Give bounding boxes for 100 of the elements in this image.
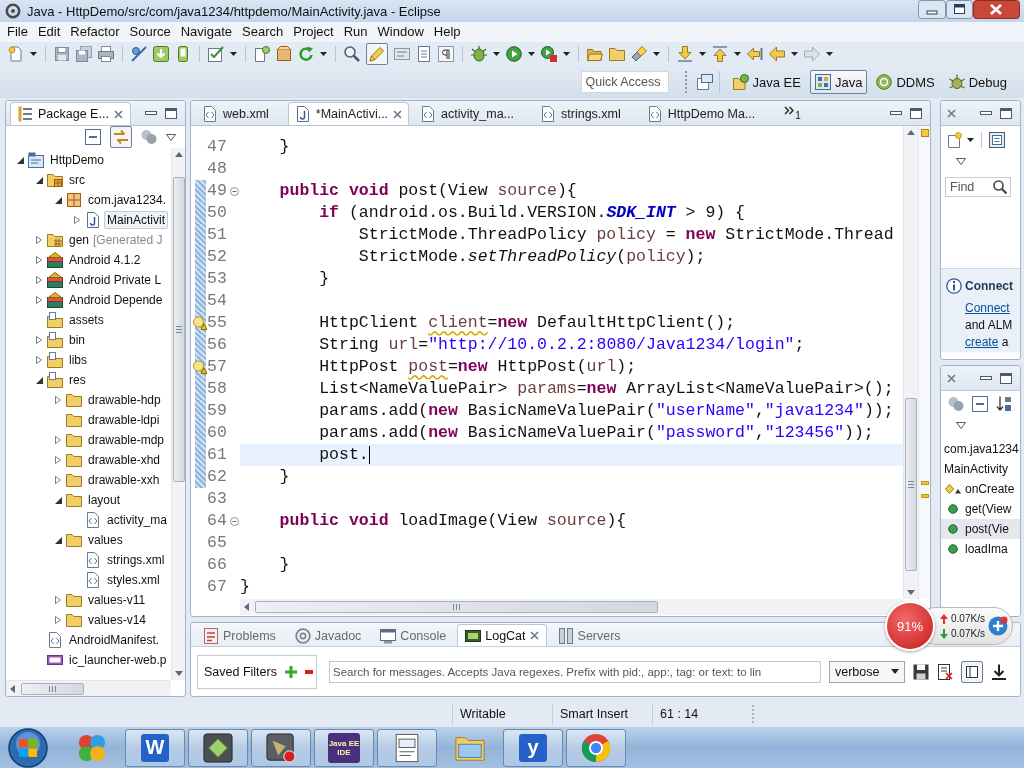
checkbox-icon[interactable] xyxy=(208,46,224,62)
document-icon[interactable] xyxy=(416,46,432,62)
view-tab[interactable]: Javadoc xyxy=(286,624,370,646)
maximize-icon[interactable] xyxy=(946,0,973,19)
view-tab[interactable]: Package E... xyxy=(10,102,131,125)
collapse-icon[interactable] xyxy=(230,516,239,526)
tree-item[interactable]: drawable-xxh xyxy=(85,471,163,489)
tree-item[interactable]: res xyxy=(66,371,89,389)
outline-item[interactable]: get(View xyxy=(941,499,1020,519)
close-icon[interactable] xyxy=(947,108,956,118)
editor-tab[interactable]: web.xml xyxy=(195,102,288,125)
split-pane-icon[interactable] xyxy=(961,660,983,683)
perspective-button[interactable]: Java xyxy=(809,70,868,94)
arrow-up-icon[interactable] xyxy=(712,46,728,62)
editor-tab[interactable]: strings.xml xyxy=(533,102,640,125)
outline-item[interactable]: loadIma xyxy=(941,539,1020,559)
collapse-all-icon[interactable] xyxy=(85,129,101,145)
close-icon[interactable] xyxy=(529,631,539,640)
tree-item[interactable]: activity_ma xyxy=(104,511,171,529)
tree-item[interactable]: gen [Generated J xyxy=(66,231,166,249)
collapse-icon[interactable] xyxy=(230,186,239,196)
close-icon[interactable] xyxy=(973,0,1020,19)
caret-icon[interactable] xyxy=(967,138,974,142)
tree-item[interactable]: assets xyxy=(66,311,107,329)
expanded-arrow-icon[interactable] xyxy=(35,176,43,184)
caret-icon[interactable] xyxy=(653,52,660,56)
view-tab[interactable]: Problems xyxy=(195,624,284,646)
crossed-dot-icon[interactable] xyxy=(131,46,147,62)
find-field[interactable]: Find xyxy=(945,177,1011,197)
tree-item[interactable]: com.java1234. xyxy=(85,191,170,209)
filter-icon[interactable] xyxy=(948,396,964,412)
expanded-arrow-icon[interactable] xyxy=(16,156,24,164)
new-document-icon[interactable] xyxy=(254,46,270,62)
arrow-left-bar-icon[interactable] xyxy=(747,46,763,62)
collapsed-arrow-icon[interactable] xyxy=(55,596,61,604)
menu-item[interactable]: Navigate xyxy=(175,23,237,41)
warning-icon[interactable] xyxy=(193,360,207,374)
expanded-arrow-icon[interactable] xyxy=(54,496,62,504)
more-tabs-button[interactable]: 1 xyxy=(784,105,801,121)
taskbar-button[interactable] xyxy=(188,728,248,767)
maximize-icon[interactable] xyxy=(1000,372,1012,384)
menu-item[interactable]: Edit xyxy=(32,23,66,41)
caret-icon[interactable] xyxy=(791,52,798,56)
scrollbar-thumb[interactable] xyxy=(21,682,84,695)
outline-item[interactable]: post(Vie xyxy=(941,519,1020,539)
scroll-left-icon[interactable] xyxy=(244,603,249,611)
tree-item[interactable]: values-v14 xyxy=(85,611,150,629)
tree-item[interactable]: Android 4.1.2 xyxy=(66,251,144,269)
tree-item[interactable]: layout xyxy=(85,491,124,509)
caret-icon[interactable] xyxy=(528,52,535,56)
warning-marker[interactable] xyxy=(921,480,929,485)
caret-icon[interactable] xyxy=(734,52,741,56)
scrollbar-thumb[interactable] xyxy=(255,601,658,613)
quick-access-field[interactable]: Quick Access xyxy=(580,71,669,93)
clear-log-icon[interactable] xyxy=(937,663,953,680)
box-icon[interactable] xyxy=(276,46,292,62)
start-orb-icon[interactable] xyxy=(8,727,48,768)
connect-link[interactable]: Connect xyxy=(965,301,1010,315)
collapsed-arrow-icon[interactable] xyxy=(74,216,80,224)
log-search-field[interactable]: Search for messages. Accepts Java regexes. Prefix with pid:, app:, tag: or text: to lin xyxy=(329,660,821,683)
tree-item[interactable]: drawable-ldpi xyxy=(85,411,163,429)
scroll-down-icon[interactable] xyxy=(174,671,183,676)
taskbar-button[interactable]: y xyxy=(503,728,563,767)
caret-icon[interactable] xyxy=(563,52,570,56)
tree-item[interactable]: drawable-xhd xyxy=(85,451,164,469)
expanded-arrow-icon[interactable] xyxy=(54,536,62,544)
arrow-down-icon[interactable] xyxy=(677,46,693,62)
expanded-arrow-icon[interactable] xyxy=(54,196,62,204)
new-file-icon[interactable] xyxy=(8,46,24,62)
collapsed-arrow-icon[interactable] xyxy=(36,276,42,284)
collapsed-arrow-icon[interactable] xyxy=(36,256,42,264)
paragraph-icon[interactable] xyxy=(438,46,454,62)
collapsed-arrow-icon[interactable] xyxy=(36,236,42,244)
refresh-icon[interactable] xyxy=(298,46,314,62)
view-menu-icon[interactable] xyxy=(956,157,966,165)
caret-icon[interactable] xyxy=(493,52,500,56)
expanded-arrow-icon[interactable] xyxy=(35,376,43,384)
save-all-icon[interactable] xyxy=(76,46,92,62)
minimize-icon[interactable] xyxy=(980,111,992,115)
caret-icon[interactable] xyxy=(30,52,37,56)
tree-item[interactable]: MainActivit xyxy=(104,211,168,229)
warning-summary-icon[interactable] xyxy=(920,129,929,137)
filter-icon[interactable] xyxy=(141,129,157,145)
tree-item[interactable]: libs xyxy=(66,351,90,369)
scroll-end-icon[interactable] xyxy=(991,663,1007,680)
caret-icon[interactable] xyxy=(320,52,327,56)
tree-item[interactable]: src xyxy=(66,171,88,189)
close-icon[interactable] xyxy=(947,373,956,383)
sort-icon[interactable] xyxy=(996,396,1012,412)
menu-item[interactable]: File xyxy=(2,23,33,41)
scrollbar-thumb[interactable] xyxy=(905,398,917,571)
scroll-up-icon[interactable] xyxy=(174,152,183,157)
taskbar-button[interactable] xyxy=(377,728,437,767)
perspective-button[interactable]: Debug xyxy=(943,70,1012,94)
collapsed-arrow-icon[interactable] xyxy=(55,456,61,464)
collapsed-arrow-icon[interactable] xyxy=(55,396,61,404)
caret-icon[interactable] xyxy=(826,52,833,56)
search-icon[interactable] xyxy=(344,46,360,62)
close-icon[interactable] xyxy=(113,109,123,119)
collapsed-arrow-icon[interactable] xyxy=(36,296,42,304)
